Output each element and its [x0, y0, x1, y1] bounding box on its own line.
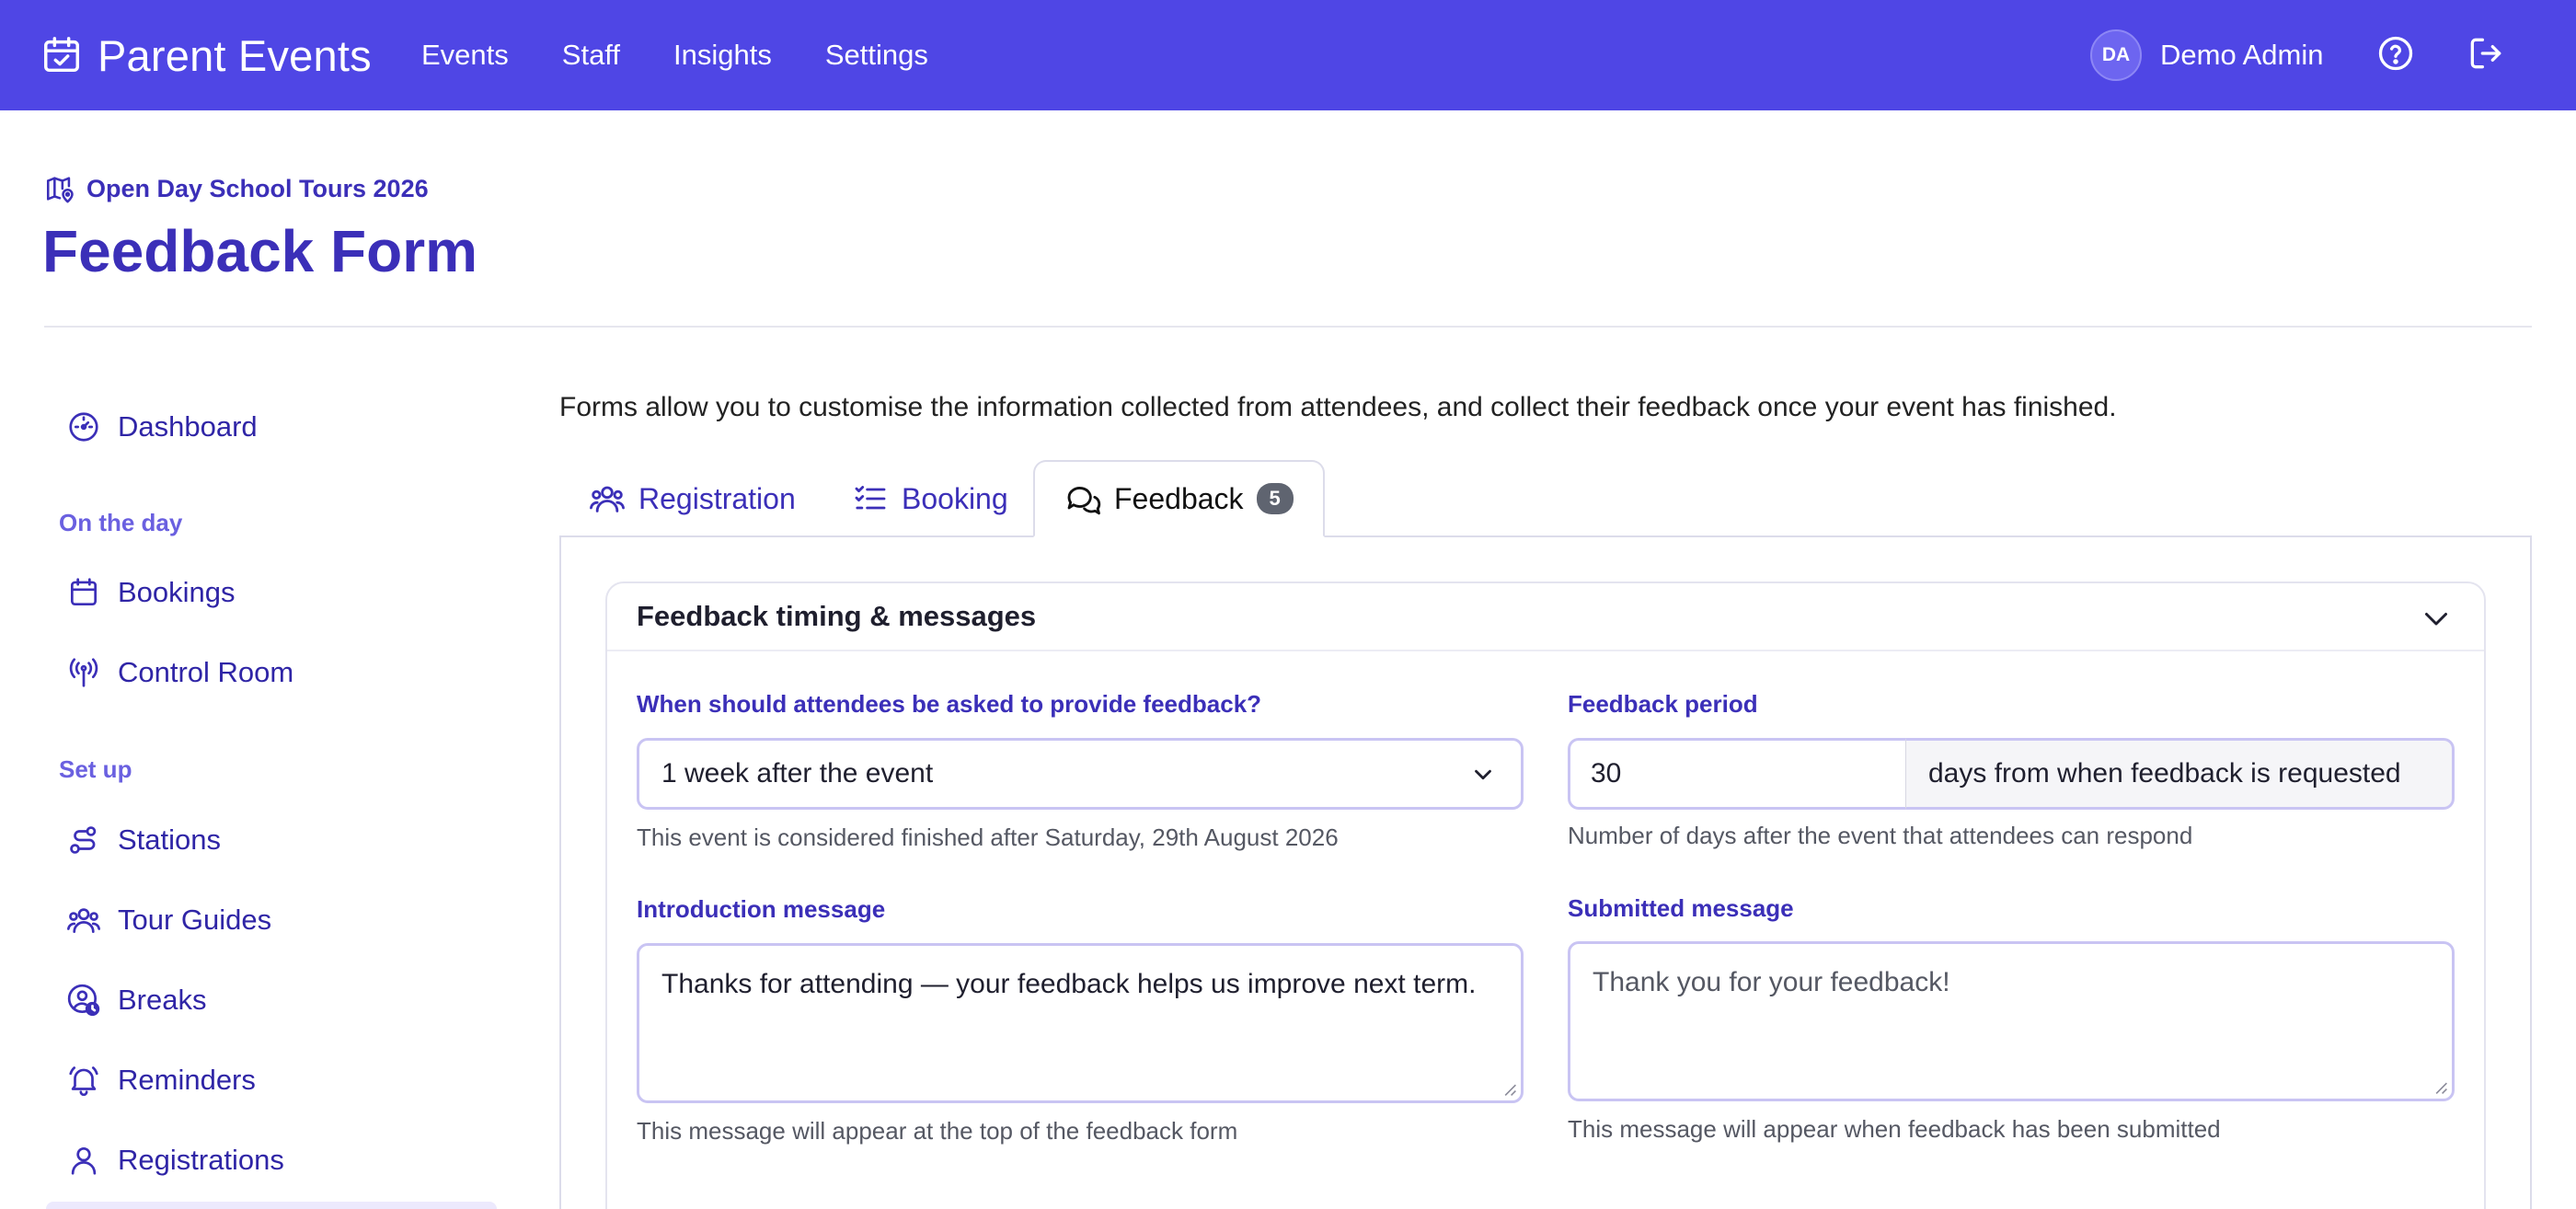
users-icon — [67, 908, 100, 934]
calendar-check-icon — [44, 37, 79, 73]
user-clock-icon — [67, 984, 100, 1017]
nav-staff[interactable]: Staff — [562, 39, 620, 72]
timing-label: When should attendees be asked to provid… — [637, 690, 1262, 718]
submitted-message-textarea[interactable]: Thank you for your feedback! — [1568, 941, 2455, 1101]
timing-help: This event is considered finished after … — [637, 823, 1339, 851]
user-name: Demo Admin — [2160, 39, 2324, 71]
avatar: DA — [2090, 29, 2142, 81]
sidebar-item-label: Bookings — [118, 576, 236, 608]
submitted-message-label: Submitted message — [1568, 894, 1794, 922]
sidebar-item-active[interactable] — [46, 1202, 497, 1209]
tab-label: Feedback — [1114, 481, 1244, 515]
tab-label: Registration — [638, 481, 796, 515]
brand-name: Parent Events — [98, 30, 372, 80]
help-circle-icon[interactable] — [2375, 33, 2416, 74]
brand[interactable]: Parent Events — [40, 0, 372, 110]
route-icon — [70, 826, 97, 854]
nav-events[interactable]: Events — [421, 39, 509, 72]
dashboard-gauge-icon — [69, 412, 98, 442]
sidebar-item-label: Control Room — [118, 656, 294, 688]
nav-settings[interactable]: Settings — [825, 39, 928, 72]
tab-feedback[interactable]: Feedback 5 — [1033, 460, 1325, 537]
user-icon — [71, 1146, 97, 1175]
chat-bubbles-icon — [1067, 487, 1101, 515]
page-title: Feedback Form — [42, 218, 478, 284]
resize-grip-icon[interactable] — [1502, 1082, 1517, 1097]
card-title: Feedback timing & messages — [637, 600, 1037, 632]
sidebar-section-set-up: Set up — [59, 755, 132, 783]
sidebar-item-stations[interactable]: Stations — [66, 823, 221, 858]
user-menu[interactable]: DA Demo Admin — [2090, 0, 2323, 110]
sidebar-item-tour-guides[interactable]: Tour Guides — [66, 903, 271, 938]
sidebar-item-label: Registrations — [118, 1144, 284, 1176]
sidebar-item-label: Tour Guides — [118, 904, 272, 936]
sidebar-item-dashboard[interactable]: Dashboard — [66, 409, 258, 444]
checklist-icon — [855, 486, 886, 510]
card-header[interactable]: Feedback timing & messages — [607, 583, 2484, 651]
period-help: Number of days after the event that atte… — [1568, 822, 2193, 849]
feedback-count-badge: 5 — [1256, 483, 1294, 514]
breadcrumb-label: Open Day School Tours 2026 — [86, 174, 429, 202]
main-nav: Events Staff Insights Settings — [421, 0, 928, 110]
sidebar-item-label: Breaks — [118, 984, 207, 1016]
nav-insights[interactable]: Insights — [673, 39, 772, 72]
chevron-down-icon — [1475, 769, 1491, 780]
intro-message-textarea[interactable]: Thanks for attending — your feedback hel… — [637, 943, 1524, 1103]
feedback-period-input[interactable]: 30 — [1568, 738, 1906, 810]
sidebar-item-bookings[interactable]: Bookings — [66, 575, 236, 610]
tab-label: Booking — [902, 481, 1008, 515]
sidebar-item-label: Stations — [118, 823, 222, 856]
sidebar-item-label: Dashboard — [118, 410, 258, 443]
intro-message-value: Thanks for attending — your feedback hel… — [661, 969, 1477, 999]
intro-message-label: Introduction message — [637, 895, 886, 923]
bell-ringing-icon — [69, 1066, 98, 1097]
form-tabs: Registration Booking Feedback 5 — [559, 460, 2532, 537]
map-pin-icon — [46, 177, 74, 203]
resize-grip-icon[interactable] — [2433, 1080, 2448, 1095]
logout-icon[interactable] — [2466, 33, 2506, 74]
sidebar-item-registrations[interactable]: Registrations — [66, 1143, 284, 1178]
period-label: Feedback period — [1568, 690, 1758, 718]
tab-registration[interactable]: Registration — [589, 460, 796, 537]
timing-select[interactable]: 1 week after the event — [637, 738, 1524, 810]
header-divider — [44, 326, 2532, 328]
forms-intro-text: Forms allow you to customise the informa… — [559, 392, 2117, 422]
users-icon — [590, 486, 625, 512]
sidebar-item-reminders[interactable]: Reminders — [66, 1063, 256, 1098]
sidebar-item-label: Reminders — [118, 1064, 256, 1096]
chevron-down-icon[interactable] — [2420, 602, 2453, 635]
breadcrumb[interactable]: Open Day School Tours 2026 — [44, 173, 429, 204]
sidebar-section-on-the-day: On the day — [59, 509, 183, 536]
submitted-message-placeholder: Thank you for your feedback! — [1593, 967, 1950, 997]
calendar-icon — [70, 578, 98, 606]
sidebar-item-breaks[interactable]: Breaks — [66, 983, 206, 1018]
submitted-message-help: This message will appear when feedback h… — [1568, 1115, 2221, 1143]
intro-message-help: This message will appear at the top of t… — [637, 1117, 1238, 1145]
tab-booking[interactable]: Booking — [852, 460, 1008, 537]
top-navbar: Parent Events Events Staff Insights Sett… — [0, 0, 2576, 110]
timing-select-value: 1 week after the event — [661, 758, 934, 789]
antenna-icon — [69, 658, 98, 687]
period-suffix: days from when feedback is requested — [1906, 738, 2455, 810]
sidebar-item-control-room[interactable]: Control Room — [66, 655, 293, 690]
